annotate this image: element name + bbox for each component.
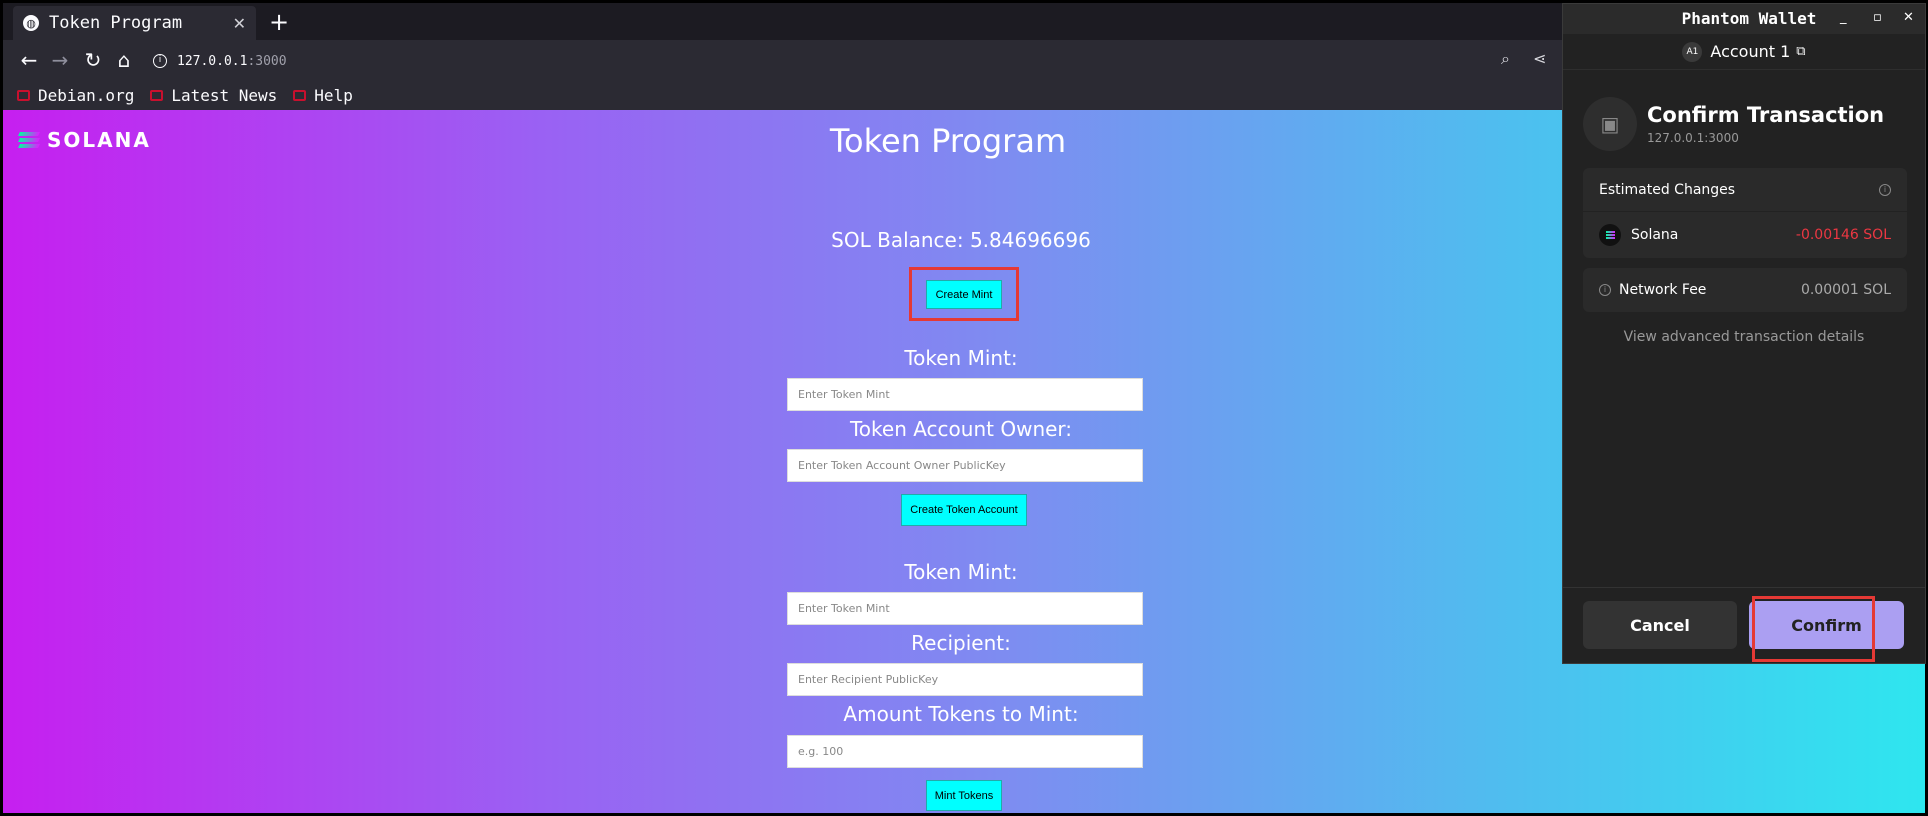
advanced-details-link[interactable]: View advanced transaction details xyxy=(1563,329,1925,345)
bookmark-icon xyxy=(17,89,30,101)
url-host: 127.0.0.1 xyxy=(177,53,248,69)
forward-icon[interactable]: → xyxy=(48,48,72,72)
wallet-titlebar: Phantom Wallet _ ▫ ✕ xyxy=(1563,4,1925,34)
recipient-input[interactable]: Enter Recipient PublicKey xyxy=(787,663,1143,696)
token-mint-input[interactable]: Enter Token Mint xyxy=(787,378,1143,411)
network-fee-label: Network Fee xyxy=(1619,282,1707,298)
create-mint-button[interactable]: Create Mint xyxy=(926,280,1002,309)
bookmark-debian[interactable]: Debian.org xyxy=(17,86,134,105)
reload-icon[interactable]: ↻ xyxy=(81,48,105,72)
mint-tokens-button[interactable]: Mint Tokens xyxy=(926,780,1002,811)
zoom-icon[interactable]: ⌕ xyxy=(1501,49,1510,69)
account-avatar: A1 xyxy=(1682,41,1703,62)
home-icon[interactable]: ⌂ xyxy=(112,48,136,72)
estimated-changes-label: Estimated Changes xyxy=(1599,181,1736,198)
info-icon[interactable]: i xyxy=(1599,284,1611,296)
share-icon[interactable]: ⋖ xyxy=(1533,49,1546,68)
phantom-wallet-window: Phantom Wallet _ ▫ ✕ A1 Account 1 ⧉ ▣ Co… xyxy=(1562,3,1926,664)
info-icon[interactable]: i xyxy=(1879,183,1891,196)
network-fee-value: 0.00001 SOL xyxy=(1800,282,1891,298)
create-token-account-button[interactable]: Create Token Account xyxy=(901,494,1027,526)
highlight-box xyxy=(1752,596,1875,662)
bookmark-icon xyxy=(293,89,307,101)
browser-tab[interactable]: ◍ Token Program ✕ xyxy=(13,6,256,40)
confirm-transaction-heading: Confirm Transaction xyxy=(1647,103,1885,127)
bookmark-label: Help xyxy=(314,85,353,105)
transaction-origin: 127.0.0.1:3000 xyxy=(1647,131,1739,145)
globe-icon: ◍ xyxy=(23,15,39,31)
tab-title: Token Program xyxy=(49,13,183,33)
new-tab-button[interactable]: + xyxy=(265,9,293,37)
close-tab-icon[interactable]: ✕ xyxy=(233,14,246,33)
copy-icon[interactable]: ⧉ xyxy=(1796,44,1805,59)
cancel-button[interactable]: Cancel xyxy=(1583,601,1737,649)
bookmark-help[interactable]: Help xyxy=(293,86,353,105)
estimated-changes-card: Estimated Changes i Solana -0.00146 SOL xyxy=(1583,168,1907,258)
maximize-icon[interactable]: ▫ xyxy=(1873,10,1882,25)
bookmark-icon xyxy=(150,89,164,101)
network-fee-row: i Network Fee 0.00001 SOL xyxy=(1583,268,1907,312)
site-info-icon[interactable]: i xyxy=(153,54,167,68)
url-bar[interactable]: i 127.0.0.1:3000 xyxy=(153,50,287,72)
amount-input[interactable]: e.g. 100 xyxy=(787,735,1143,768)
network-fee-card: i Network Fee 0.00001 SOL xyxy=(1583,268,1907,312)
wallet-window-title: Phantom Wallet xyxy=(1681,9,1817,28)
back-icon[interactable]: ← xyxy=(17,48,41,72)
bookmark-latest-news[interactable]: Latest News xyxy=(150,86,277,105)
token-mint-input-2[interactable]: Enter Token Mint xyxy=(787,592,1143,625)
bookmark-label: Latest News xyxy=(171,85,278,105)
account-name: Account 1 xyxy=(1710,42,1791,61)
balance-change-row: Solana -0.00146 SOL xyxy=(1583,212,1907,258)
estimated-changes-header: Estimated Changes i xyxy=(1583,168,1907,212)
asset-change: -0.00146 SOL xyxy=(1795,227,1891,243)
asset-name: Solana xyxy=(1631,227,1679,243)
transaction-header: ▣ Confirm Transaction 127.0.0.1:3000 xyxy=(1583,97,1884,151)
amount-label: Amount Tokens to Mint: xyxy=(843,702,1079,726)
url-port: :3000 xyxy=(247,53,287,69)
bookmark-label: Debian.org xyxy=(38,85,135,105)
account-selector[interactable]: A1 Account 1 ⧉ xyxy=(1563,34,1925,70)
minimize-icon[interactable]: _ xyxy=(1840,10,1847,25)
token-account-owner-input[interactable]: Enter Token Account Owner PublicKey xyxy=(787,449,1143,482)
close-icon[interactable]: ✕ xyxy=(1903,10,1914,25)
image-placeholder-icon: ▣ xyxy=(1583,97,1637,151)
solana-token-icon xyxy=(1599,224,1621,246)
